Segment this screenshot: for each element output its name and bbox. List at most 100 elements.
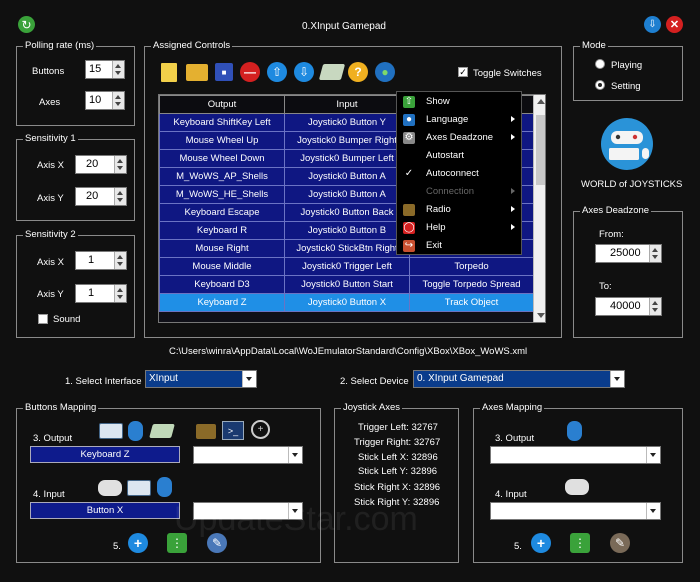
bm-output-field[interactable]: Keyboard Z <box>30 446 180 463</box>
table-cell[interactable]: Torpedo <box>409 257 534 276</box>
bm-input-field[interactable]: Button X <box>30 502 180 519</box>
table-cell[interactable]: Keyboard ShiftKey Left <box>159 113 285 132</box>
am-step5-label: 5. <box>514 541 522 552</box>
playing-radio[interactable] <box>595 59 605 69</box>
table-cell[interactable]: Joystick0 StickBtn Right <box>284 239 410 258</box>
am-mouse-output-icon[interactable] <box>567 421 582 441</box>
menu-item-axes-deadzone[interactable]: ⚙ Axes Deadzone <box>397 129 523 147</box>
menu-item-label: Show <box>426 96 450 107</box>
context-menu[interactable]: ⇧ Show ● Language ⚙ Axes Deadzone Autostart ✓ Au… <box>396 91 522 255</box>
axes-rate-spinner[interactable]: 10 <box>85 91 125 110</box>
table-row[interactable]: Mouse Middle Joystick0 Trigger Left Torped… <box>159 257 534 276</box>
mouse-output-icon[interactable] <box>128 421 143 441</box>
am-input-select[interactable] <box>490 502 661 520</box>
setting-radio[interactable] <box>595 80 605 90</box>
interface-select[interactable]: XInput <box>145 370 257 388</box>
lifebuoy-icon: ◯ <box>403 222 415 234</box>
move-up-icon[interactable]: ⇧ <box>267 62 287 82</box>
table-cell[interactable]: M_WoWS_AP_Shells <box>159 167 285 186</box>
new-file-icon[interactable] <box>161 63 177 82</box>
radio-output-icon[interactable] <box>196 424 216 439</box>
table-row[interactable]: Keyboard D3 Joystick0 Button Start Toggle … <box>159 275 534 294</box>
am-add-icon[interactable]: + <box>531 533 551 553</box>
table-cell[interactable]: Mouse Wheel Up <box>159 131 285 150</box>
sens1-axis-y-spinner[interactable]: 20 <box>75 187 127 206</box>
table-cell[interactable]: Joystick0 Button Back <box>284 203 410 222</box>
table-cell[interactable]: Joystick0 Bumper Left <box>284 149 410 168</box>
sensitivity-1-title: Sensitivity 1 <box>23 133 78 144</box>
open-folder-icon[interactable] <box>186 64 208 81</box>
buttons-mapping-title: Buttons Mapping <box>23 402 99 413</box>
grid-scrollbar[interactable] <box>533 95 545 322</box>
refresh-icon[interactable]: ↻ <box>18 16 35 33</box>
help-icon[interactable]: ? <box>348 62 368 82</box>
menu-item-show[interactable]: ⇧ Show <box>397 93 523 111</box>
table-cell[interactable]: Mouse Right <box>159 239 285 258</box>
scroll-up-arrow[interactable] <box>537 99 545 104</box>
table-cell[interactable]: Joystick0 Bumper Right <box>284 131 410 150</box>
deadzone-from-label: From: <box>599 229 624 240</box>
scroll-thumb[interactable] <box>536 115 545 185</box>
table-cell[interactable]: Mouse Middle <box>159 257 285 276</box>
web-globe-icon[interactable]: ● <box>375 62 395 82</box>
keyboard-output-icon[interactable] <box>99 423 123 439</box>
close-icon[interactable]: ✕ <box>666 16 683 33</box>
menu-item-radio[interactable]: Radio <box>397 201 523 219</box>
sens2-axis-y-spinner[interactable]: 1 <box>75 284 127 303</box>
menu-item-help[interactable]: ◯ Help <box>397 219 523 237</box>
table-cell[interactable]: Toggle Torpedo Spread <box>409 275 534 294</box>
minimize-icon[interactable]: ⇩ <box>644 16 661 33</box>
toggle-switches-label: Toggle Switches <box>473 68 542 79</box>
table-row[interactable]: Keyboard Z Joystick0 Button X Track Object <box>159 293 534 312</box>
mouse-input-icon[interactable] <box>157 477 172 497</box>
sens2-axis-x-spinner[interactable]: 1 <box>75 251 127 270</box>
table-cell[interactable]: Joystick0 Button A <box>284 185 410 204</box>
move-down-icon[interactable]: ⇩ <box>294 62 314 82</box>
gamepad-input-icon[interactable] <box>98 480 122 496</box>
table-cell[interactable]: Joystick0 Button B <box>284 221 410 240</box>
console-output-icon[interactable]: >_ <box>222 421 244 440</box>
menu-item-autostart[interactable]: Autostart <box>397 147 523 165</box>
table-cell[interactable]: Keyboard Escape <box>159 203 285 222</box>
sens2-axis-x-label: Axis X <box>37 257 64 268</box>
table-cell[interactable]: Joystick0 Button Y <box>284 113 410 132</box>
sens1-axis-x-spinner[interactable]: 20 <box>75 155 127 174</box>
grid-header-0[interactable]: Output <box>159 95 285 114</box>
table-cell[interactable]: Keyboard Z <box>159 293 285 312</box>
table-cell[interactable]: Track Object <box>409 293 534 312</box>
table-cell[interactable]: Joystick0 Button A <box>284 167 410 186</box>
toggle-switches-checkbox[interactable]: ✓ <box>458 67 468 77</box>
deadzone-from-spinner[interactable]: 25000 <box>595 244 662 263</box>
device-select[interactable]: 0. XInput Gamepad <box>413 370 625 388</box>
am-edit-icon[interactable]: ✎ <box>610 533 630 553</box>
am-gamepad-input-icon[interactable] <box>565 479 589 495</box>
sound-checkbox[interactable] <box>38 314 48 324</box>
crosshair-output-icon[interactable]: + <box>251 420 270 439</box>
keyboard-input-icon[interactable] <box>127 480 151 496</box>
deadzone-to-spinner[interactable]: 40000 <box>595 297 662 316</box>
menu-item-exit[interactable]: ↪ Exit <box>397 237 523 255</box>
table-cell[interactable]: Keyboard R <box>159 221 285 240</box>
submenu-arrow-icon <box>511 188 515 194</box>
table-cell[interactable]: Mouse Wheel Down <box>159 149 285 168</box>
menu-item-language[interactable]: ● Language <box>397 111 523 129</box>
am-output-select[interactable] <box>490 446 661 464</box>
buttons-rate-spinner[interactable]: 15 <box>85 60 125 79</box>
bm-add-icon[interactable]: + <box>128 533 148 553</box>
grid-header-1[interactable]: Input <box>284 95 410 114</box>
table-cell[interactable]: Keyboard D3 <box>159 275 285 294</box>
sensitivity-1-group: Sensitivity 1 <box>16 133 135 221</box>
bm-output-select[interactable] <box>193 446 303 464</box>
am-clear-icon[interactable]: ⋮ <box>570 533 590 553</box>
remove-icon[interactable]: — <box>240 62 260 82</box>
menu-item-autoconnect[interactable]: ✓ Autoconnect <box>397 165 523 183</box>
table-cell[interactable]: Joystick0 Trigger Left <box>284 257 410 276</box>
axis-trigger-left: Trigger Left: 32767 <box>358 422 438 433</box>
table-cell[interactable]: Joystick0 Button X <box>284 293 410 312</box>
macro-key-output-icon[interactable] <box>149 424 175 438</box>
keyboard-key-icon[interactable] <box>318 64 346 80</box>
table-cell[interactable]: Joystick0 Button Start <box>284 275 410 294</box>
save-icon[interactable]: ■ <box>215 63 233 81</box>
scroll-down-arrow[interactable] <box>537 313 545 318</box>
table-cell[interactable]: M_WoWS_HE_Shells <box>159 185 285 204</box>
